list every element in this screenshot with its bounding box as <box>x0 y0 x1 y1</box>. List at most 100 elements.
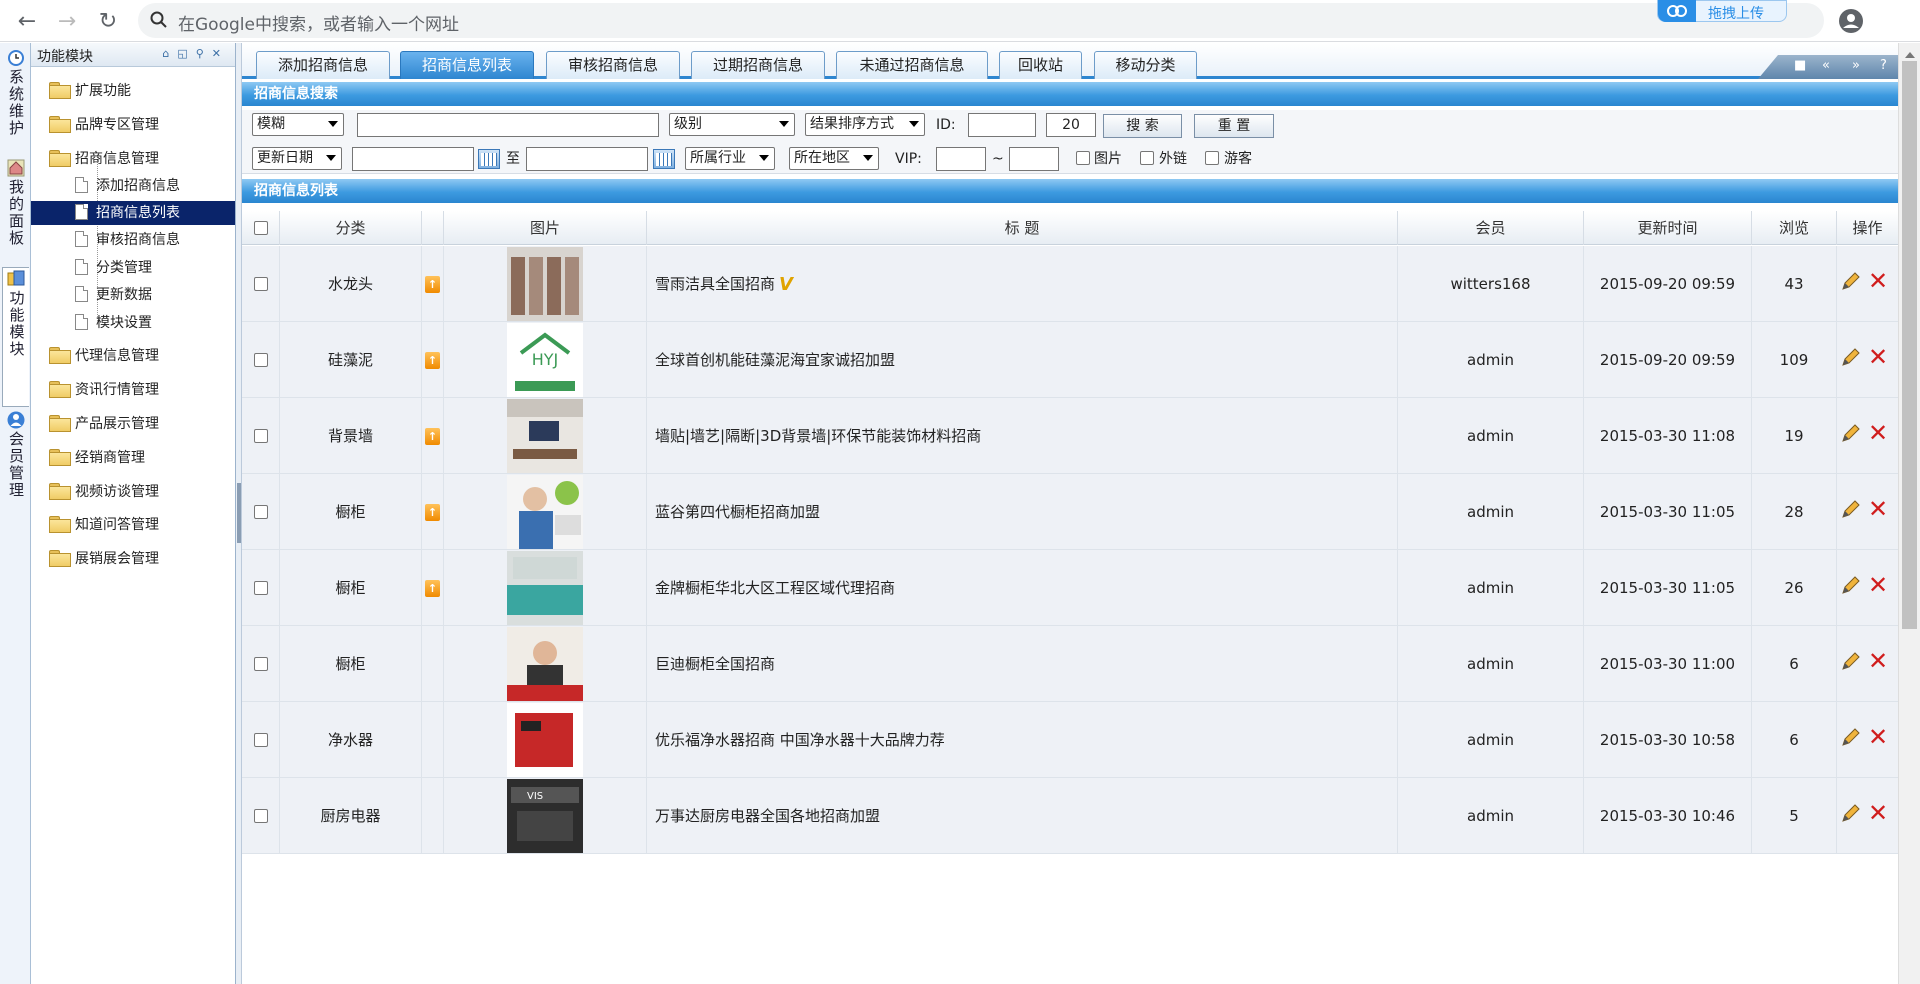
guest-checkbox[interactable] <box>1205 151 1219 165</box>
row-thumbnail[interactable] <box>507 703 583 777</box>
row-category[interactable]: 橱柜 <box>280 626 422 702</box>
edit-pencil-icon[interactable] <box>1839 423 1861 445</box>
row-thumbnail[interactable] <box>507 551 583 625</box>
row-member[interactable]: admin <box>1398 626 1584 702</box>
delete-icon[interactable]: ✕ <box>1868 345 1890 369</box>
drag-upload-button[interactable]: 拖拽上传 <box>1657 0 1787 22</box>
splitter-grip[interactable] <box>237 483 241 543</box>
tab-expired-investment[interactable]: 过期招商信息 <box>691 51 825 79</box>
id-input[interactable] <box>968 113 1036 137</box>
row-category[interactable]: 净水器 <box>280 702 422 778</box>
edit-pencil-icon[interactable] <box>1839 803 1861 825</box>
edit-pencil-icon[interactable] <box>1839 347 1861 369</box>
row-checkbox[interactable] <box>254 657 268 671</box>
reload-icon[interactable]: ↻ <box>93 6 123 36</box>
delete-icon[interactable]: ✕ <box>1868 269 1890 293</box>
vtab-system[interactable]: 系统维护 <box>2 47 29 155</box>
delete-icon[interactable]: ✕ <box>1868 421 1890 445</box>
row-thumbnail[interactable]: HYJ <box>507 323 583 397</box>
row-category[interactable]: 厨房电器 <box>280 778 422 854</box>
date-to-input[interactable] <box>526 147 648 171</box>
row-title-link[interactable]: 墙贴|墙艺|隔断|3D背景墙|环保节能装饰材料招商 <box>655 427 981 445</box>
match-mode-select[interactable]: 模糊 <box>252 113 344 136</box>
tree-item-products[interactable]: 产品展示管理 <box>49 412 159 436</box>
help-icon[interactable]: ? <box>1880 58 1887 73</box>
tab-review-investment[interactable]: 审核招商信息 <box>546 51 680 79</box>
tree-item-update-data[interactable]: 更新数据 <box>75 283 152 307</box>
tree-item-category-manage[interactable]: 分类管理 <box>75 256 152 280</box>
prev-icon[interactable]: « <box>1822 58 1830 73</box>
vtab-panel[interactable]: 我的面板 <box>2 157 29 267</box>
row-title-link[interactable]: 雪雨洁具全国招商 <box>655 275 775 293</box>
tab-recycle-bin[interactable]: 回收站 <box>999 51 1082 79</box>
calendar-icon[interactable] <box>478 149 500 169</box>
tab-investment-list[interactable]: 招商信息列表 <box>400 51 534 79</box>
row-checkbox[interactable] <box>254 429 268 443</box>
level-select[interactable]: 级别 <box>669 113 795 136</box>
select-all-checkbox[interactable] <box>254 221 268 235</box>
row-member[interactable]: admin <box>1398 550 1584 626</box>
edit-pencil-icon[interactable] <box>1839 727 1861 749</box>
tree-item-expo[interactable]: 展销展会管理 <box>49 547 159 571</box>
column-image[interactable]: 图片 <box>444 211 647 245</box>
row-thumbnail[interactable] <box>507 475 583 549</box>
row-member[interactable]: admin <box>1398 322 1584 398</box>
tree-item-investment-list[interactable]: 招商信息列表 <box>31 201 235 225</box>
row-member[interactable]: admin <box>1398 398 1584 474</box>
keyword-input[interactable] <box>357 113 659 137</box>
column-member[interactable]: 会员 <box>1398 211 1584 245</box>
row-title-link[interactable]: 全球首创机能硅藻泥海宜家诚招加盟 <box>655 351 895 369</box>
row-title-link[interactable]: 巨迪橱柜全国招商 <box>655 655 775 673</box>
scroll-up-icon[interactable] <box>1905 47 1915 58</box>
row-thumbnail[interactable]: VIS <box>507 779 583 853</box>
row-category[interactable]: 橱柜 <box>280 474 422 550</box>
delete-icon[interactable]: ✕ <box>1868 497 1890 521</box>
vtab-members[interactable]: 会员管理 <box>2 409 29 521</box>
vip-to-input[interactable] <box>1009 147 1059 171</box>
row-category[interactable]: 水龙头 <box>280 246 422 322</box>
row-checkbox[interactable] <box>254 733 268 747</box>
tree-item-news[interactable]: 资讯行情管理 <box>49 378 159 402</box>
calendar-icon[interactable] <box>653 149 675 169</box>
vtab-modules[interactable]: 功能模块 <box>2 267 29 407</box>
tree-item-agency[interactable]: 代理信息管理 <box>49 344 159 368</box>
row-title-link[interactable]: 蓝谷第四代橱柜招商加盟 <box>655 503 820 521</box>
delete-icon[interactable]: ✕ <box>1868 649 1890 673</box>
row-title-link[interactable]: 金牌橱柜华北大区工程区域代理招商 <box>655 579 895 597</box>
industry-select[interactable]: 所属行业 <box>685 147 775 170</box>
tree-item-video[interactable]: 视频访谈管理 <box>49 480 159 504</box>
page-size-input[interactable]: 20 <box>1046 113 1096 137</box>
row-category[interactable]: 硅藻泥 <box>280 322 422 398</box>
forward-icon[interactable]: → <box>52 6 82 36</box>
row-member[interactable]: witters168 <box>1398 246 1584 322</box>
reset-button[interactable]: 重 置 <box>1194 114 1274 138</box>
date-field-select[interactable]: 更新日期 <box>252 147 342 170</box>
column-views[interactable]: 浏览 <box>1752 211 1837 245</box>
tree-item-investment[interactable]: 招商信息管理 <box>49 147 159 171</box>
row-member[interactable]: admin <box>1398 702 1584 778</box>
order-select[interactable]: 结果排序方式 <box>805 113 925 136</box>
page-scrollbar[interactable] <box>1898 43 1920 984</box>
row-title-link[interactable]: 优乐福净水器招商 中国净水器十大品牌力荐 <box>655 731 945 749</box>
account-icon[interactable] <box>1838 8 1864 34</box>
edit-pencil-icon[interactable] <box>1839 651 1861 673</box>
search-button[interactable]: 搜 索 <box>1103 114 1182 138</box>
tab-rejected-investment[interactable]: 未通过招商信息 <box>836 51 988 79</box>
row-category[interactable]: 背景墙 <box>280 398 422 474</box>
vip-from-input[interactable] <box>936 147 986 171</box>
tree-item-qa[interactable]: 知道问答管理 <box>49 513 159 537</box>
date-from-input[interactable] <box>352 147 474 171</box>
column-category[interactable]: 分类 <box>280 211 422 245</box>
edit-pencil-icon[interactable] <box>1839 575 1861 597</box>
delete-icon[interactable]: ✕ <box>1868 573 1890 597</box>
row-category[interactable]: 橱柜 <box>280 550 422 626</box>
edit-pencil-icon[interactable] <box>1839 271 1861 293</box>
tree-item-review-investment[interactable]: 审核招商信息 <box>75 228 180 252</box>
row-member[interactable]: admin <box>1398 778 1584 854</box>
row-thumbnail[interactable] <box>507 627 583 701</box>
column-updated[interactable]: 更新时间 <box>1584 211 1752 245</box>
row-checkbox[interactable] <box>254 505 268 519</box>
delete-icon[interactable]: ✕ <box>1868 801 1890 825</box>
tree-item-module-settings[interactable]: 模块设置 <box>75 311 152 335</box>
tree-item-add-investment[interactable]: 添加招商信息 <box>75 174 180 198</box>
